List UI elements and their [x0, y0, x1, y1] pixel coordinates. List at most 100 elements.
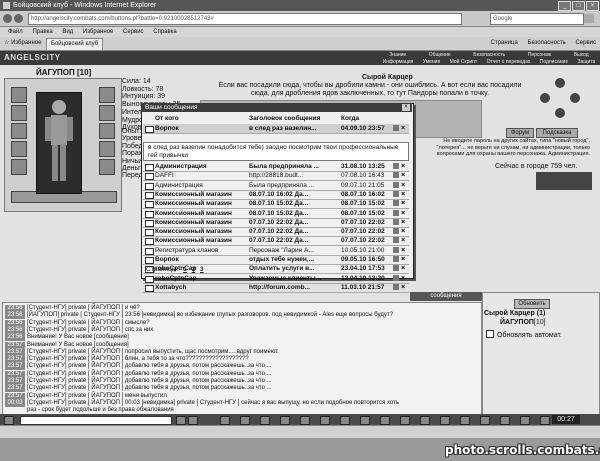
minimize-button[interactable]: _ [558, 1, 571, 11]
message-from[interactable]: DAFFI [155, 171, 247, 180]
reply-icon[interactable] [393, 190, 399, 197]
message-subject[interactable]: http://forum.comb... [249, 283, 341, 292]
message-from[interactable]: Комиссионный магазин [155, 236, 247, 245]
chat-tool-icon[interactable] [300, 416, 310, 425]
tools-menu[interactable]: Сервис [575, 40, 596, 46]
menu-favorites[interactable]: Избранное [83, 29, 113, 35]
reply-icon[interactable] [393, 237, 399, 244]
nav-chat[interactable]: Общение [429, 52, 451, 58]
chat-input[interactable] [20, 416, 172, 425]
chat-tool-icon[interactable] [340, 416, 350, 425]
equip-slot-earrings[interactable] [99, 87, 115, 103]
safety-menu[interactable]: Безопасность [528, 40, 566, 46]
delete-icon[interactable]: × [401, 162, 405, 171]
reply-icon[interactable] [393, 172, 399, 179]
chat-tool-icon[interactable] [176, 416, 186, 425]
address-input[interactable]: http://angelscity.combats.com/buttons.pl… [28, 13, 462, 25]
nav-character[interactable]: Персонаж [528, 52, 551, 58]
equip-slot-amulet[interactable] [11, 105, 27, 121]
nav-script[interactable]: Мой Скрипт [450, 59, 478, 65]
message-from[interactable]: Комиссионный магазин [155, 199, 247, 208]
message-from[interactable]: Xottabych [155, 283, 247, 292]
equip-slot-helmet[interactable] [11, 87, 27, 103]
message-from[interactable]: Комиссионный магазин [155, 190, 247, 199]
auto-refresh-checkbox[interactable] [486, 330, 494, 338]
nav-security[interactable]: Безопасность [473, 52, 505, 58]
reply-icon[interactable] [393, 246, 399, 253]
message-subject[interactable]: в след раз вазелин... [249, 124, 341, 133]
message-subject[interactable]: отдых тебе нужен,... [249, 255, 341, 264]
back-icon[interactable] [3, 14, 12, 23]
arrow-left-icon[interactable] [540, 93, 550, 103]
chat-tool-icon[interactable] [188, 416, 198, 425]
delete-icon[interactable]: × [401, 181, 405, 190]
delete-icon[interactable]: × [401, 171, 405, 180]
delete-icon[interactable]: × [401, 236, 405, 245]
reply-icon[interactable] [393, 200, 399, 207]
message-subject[interactable]: 07.07.10 22:02 Да... [249, 227, 341, 236]
nav-info[interactable]: Информация [383, 59, 414, 65]
nav-protection[interactable]: Защита [578, 59, 596, 65]
room-user[interactable]: ЙАГУПОП[10] [500, 319, 546, 326]
nav-transfers[interactable]: Отчет о переводах [487, 59, 531, 65]
message-from[interactable]: Комиссионный магазин [155, 227, 247, 236]
chat-tool-icon[interactable] [280, 416, 290, 425]
menu-view[interactable]: Вид [62, 29, 73, 35]
chat-tool-icon[interactable] [220, 416, 230, 425]
message-subject[interactable]: 07.07.10 22:02 Да... [249, 236, 341, 245]
reply-icon[interactable] [393, 256, 399, 262]
message-from[interactable]: Администрация [155, 162, 247, 171]
message-subject[interactable]: Была предприняла ... [249, 181, 341, 190]
chat-tool-icon[interactable] [260, 416, 270, 425]
star-icon[interactable]: ☆ [4, 40, 9, 46]
page-link-1[interactable]: 1 [183, 266, 187, 273]
message-subject[interactable]: Уважаемые клиенты... [249, 274, 341, 283]
menu-file[interactable]: Файл [8, 29, 23, 35]
page-link-3[interactable]: 3 [200, 266, 204, 273]
chat-tab-messages[interactable]: сообщения [410, 292, 482, 301]
auto-refresh-row[interactable]: Обновлять автомат. [486, 330, 562, 339]
message-from[interactable]: Комиссионный магазин [155, 209, 247, 218]
message-subject[interactable]: 07.07.10 22:02 Да... [249, 218, 341, 227]
reply-icon[interactable] [393, 209, 399, 216]
equip-slot-belt[interactable] [11, 159, 27, 175]
chat-tool-icon[interactable] [500, 416, 510, 425]
delete-icon[interactable]: × [401, 190, 405, 199]
message-from[interactable]: Администрация [155, 181, 247, 190]
delete-icon[interactable]: × [401, 274, 405, 283]
delete-icon[interactable]: × [401, 199, 405, 208]
message-from[interactable]: roboCptnCap [155, 274, 247, 283]
delete-icon[interactable]: × [401, 255, 405, 264]
chat-tool-icon[interactable] [320, 416, 330, 425]
chat-tool-icon[interactable] [380, 416, 390, 425]
reply-icon[interactable] [393, 218, 399, 225]
nav-knowledge[interactable]: Знание [389, 52, 406, 58]
reply-icon[interactable] [393, 228, 399, 235]
message-subject[interactable]: 08.07.10 15:02 Да... [249, 199, 341, 208]
message-subject[interactable]: http://28818.budt... [249, 171, 341, 180]
forum-button[interactable]: Форум [506, 128, 534, 138]
reply-icon[interactable] [393, 265, 399, 272]
chat-tool-icon[interactable] [420, 416, 430, 425]
equip-slot-weapon[interactable] [11, 123, 27, 139]
nav-skills[interactable]: Умения [423, 59, 440, 65]
reply-icon[interactable] [393, 181, 399, 188]
search-icon[interactable] [584, 14, 594, 23]
chat-tool-icon[interactable] [540, 416, 550, 425]
character-figure[interactable] [36, 92, 82, 194]
forward-icon[interactable] [14, 14, 23, 23]
chat-tool-icon[interactable] [240, 416, 250, 425]
equip-slot-armor[interactable] [11, 141, 27, 157]
message-from[interactable]: Комиссионный магазин [155, 218, 247, 227]
reply-icon[interactable] [393, 283, 399, 290]
chat-tool-icon[interactable] [460, 416, 470, 425]
message-subject[interactable]: Оплатить услуги в... [249, 264, 341, 273]
help-button[interactable]: Подсказка [536, 128, 578, 138]
chat-tool-icon[interactable] [520, 416, 530, 425]
chat-tool-icon[interactable] [360, 416, 370, 425]
delete-icon[interactable]: × [401, 218, 405, 227]
arrow-down-icon[interactable] [555, 108, 565, 118]
delete-icon[interactable]: × [401, 283, 405, 292]
favorites-button[interactable]: Избранное [11, 40, 41, 46]
player-name[interactable]: ЙАГУПОП [10] [36, 68, 91, 77]
